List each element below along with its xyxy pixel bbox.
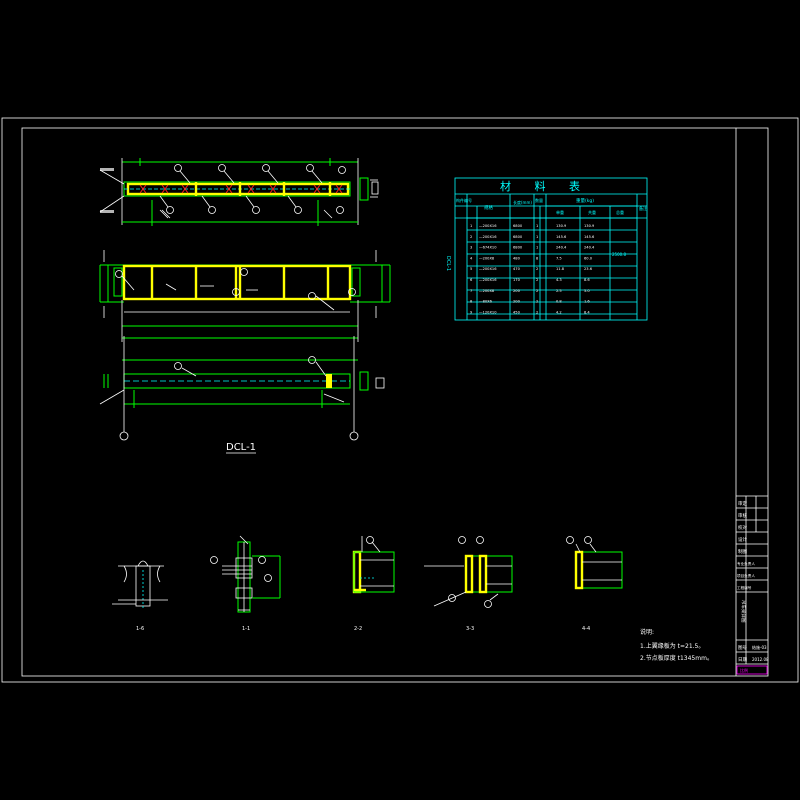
table-cell-len: 170 [513,278,521,282]
table-cell-sum: 130.9 [584,224,595,228]
table-header-sum: 共重 [588,209,596,215]
table-cell-len: 6800 [513,235,523,239]
table-cell-unit: 145.6 [556,235,567,239]
table-cell-unit: 2.5 [556,289,562,293]
table-header-weight: 重量(kg) [576,197,594,204]
section-label-5: 4-4 [582,626,590,632]
table-cell-sum: 145.6 [584,235,595,239]
table-cell-qty: 1 [536,224,538,228]
table-header-unit: 单重 [556,209,564,215]
section-label-3: 2-2 [354,626,362,632]
table-cell-sum: 240.4 [584,246,595,250]
table-cell-qty: 2 [536,300,538,304]
tb-sheet: 结施-03 [752,644,767,650]
table-cell-sum: 5.0 [584,289,590,293]
tb-row-8: 工程编号 [737,585,752,590]
table-cell-unit: 240.4 [556,246,567,250]
table-cell-sum: 8.6 [584,278,590,282]
beam-label: DCL-1 [226,442,256,453]
section-label-2: 1-1 [242,626,250,632]
table-header-total: 总重 [616,209,624,215]
table-cell-sum: 23.6 [584,267,593,271]
note-1: 1.上翼缘板为 t=21.5。 [640,642,704,650]
table-total: 2500.8 [612,252,626,257]
tb-scale-label: 比例 [740,667,748,673]
note-2: 2.节点板厚度 t1345mm。 [640,654,713,662]
table-cell-len: 200 [513,289,521,293]
table-cell-sum: 1.6 [584,300,590,304]
notes-title: 说明: [640,628,654,636]
table-cell-qty: 1 [536,235,538,239]
cad-drawing: 审定 审核 校对 设计 制图 专业负责人 项目负责人 工程编号 图号 日期 吊车… [0,0,800,800]
table-header-len: 长度(mm) [513,199,532,205]
table-cell-unit: 4.3 [556,278,562,282]
table-cell-len: 6800 [513,224,523,228]
table-cell-qty: 2 [536,278,538,282]
tb-row-5: 制图 [738,548,747,555]
table-header-no: 构件编号 [456,197,472,203]
tb-row-6: 专业负责人 [737,561,755,566]
tb-row-9: 图号 [738,645,747,651]
table-cell-no: 5 [470,267,472,271]
tb-row-4: 设计 [738,536,747,543]
tb-row-3: 校对 [738,524,747,531]
table-cell-len: 6800 [513,246,523,250]
table-cell-qty: 1 [536,246,538,250]
table-header-qty: 数量 [535,197,543,203]
table-cell-no: 7 [470,289,472,293]
table-cell-spec: —80X6 [479,300,493,304]
table-header-spec: 规格 [484,204,493,211]
tb-row-10: 日期 [738,657,747,663]
table-cell-spec: —200X8 [479,256,495,260]
table-cell-spec: —200X16 [479,224,497,228]
table-cell-unit: 7.5 [556,256,562,260]
tb-row-2: 审核 [738,512,747,519]
table-cell-no: 3 [470,246,472,250]
table-cell-spec: —120X10 [479,310,497,314]
table-cell-unit: 130.9 [556,224,567,228]
table-cell-sum: 60.0 [584,256,593,260]
table-cell-qty: 2 [536,289,538,293]
table-cell-qty: 2 [536,310,538,314]
table-cell-len: 200 [513,300,521,304]
table-cell-spec: —674X10 [479,246,497,250]
table-title: 材 料 表 [500,179,590,193]
section-label-4: 3-3 [466,626,474,632]
table-cell-unit: 4.2 [556,310,562,314]
table-cell-unit: 0.8 [556,300,562,304]
tb-drawing-name: 吊车梁详图 [740,600,747,623]
table-cell-len: 450 [513,310,521,314]
table-cell-spec: —200X16 [479,267,497,271]
table-cell-spec: —200X16 [479,235,497,239]
table-cell-spec: —200X16 [479,278,497,282]
table-header-note: 备注 [639,205,647,211]
table-cell-no: 1 [470,224,472,228]
table-cell-len: 470 [513,267,521,271]
table-cell-unit: 11.8 [556,267,565,271]
table-cell-sum: 8.4 [584,310,590,314]
tb-row-1: 审定 [738,500,747,507]
background [0,0,800,800]
table-cell-spec: —200X8 [479,289,495,293]
table-cell-no: 2 [470,235,472,239]
table-member: DCL-1 [445,256,451,271]
tb-date: 2012.08 [752,657,769,662]
section-label-1: 1-6 [136,626,144,632]
table-cell-qty: 2 [536,267,538,271]
tb-row-7: 项目负责人 [737,573,755,578]
table-cell-len: 480 [513,256,521,260]
